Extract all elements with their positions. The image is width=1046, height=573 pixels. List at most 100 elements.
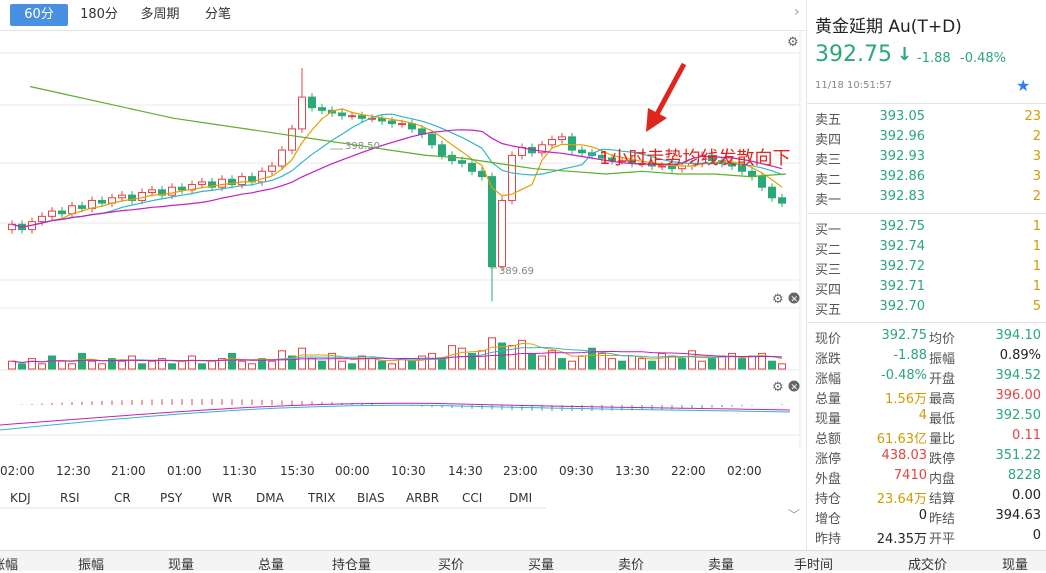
time-tick-label: 02:00 [0,464,35,478]
book-volume: 23 [1024,109,1041,124]
candle-body [288,128,296,151]
stat-label: 最低 [929,412,956,427]
column-header[interactable]: 总量 [258,554,284,573]
volume-bar [608,358,616,370]
tab-tick[interactable]: 分笔 [196,4,240,26]
tab-60min[interactable]: 60分 [10,4,68,26]
star-icon[interactable]: ★ [1016,76,1030,95]
indicator-tab-dma[interactable]: DMA [256,491,284,505]
indicator-tab-dmi[interactable]: DMI [509,491,532,505]
time-tick-label: 11:30 [222,464,257,478]
candle-body [568,136,576,151]
pane2-controls: ⚙ ✕ [772,292,800,307]
kline-chart[interactable]: 398.50 389.69 ⚙ ⚙ ✕ ⚙ ✕ 02:00 12:30 21:00 0… [0,30,806,510]
volume-ma-lines [11,342,783,364]
column-header[interactable]: 买价 [438,554,464,573]
column-header[interactable]: 买量 [528,554,554,573]
candle-body [348,115,356,118]
candle-body [278,149,286,167]
volume-bar [628,355,636,370]
book-price[interactable]: 392.70 [867,299,926,314]
time-tick-label: 09:30 [559,464,594,478]
book-price[interactable]: 392.96 [867,129,926,144]
candle-body [48,210,56,217]
stat-value: 61.63亿 [876,432,927,447]
stat-label: 总额 [815,432,842,447]
column-header[interactable]: 振幅 [78,554,104,573]
volume-bar [368,358,376,370]
book-price[interactable]: 392.86 [867,169,926,184]
stat-label: 振幅 [929,352,956,367]
chevron-right-icon[interactable]: › [794,4,800,20]
column-header[interactable]: 涨幅 [0,554,18,573]
volume-bar [768,360,776,370]
volume-bar [528,352,536,370]
book-price[interactable]: 392.83 [867,189,926,204]
grid-lines [0,30,801,450]
stat-label: 持仓 [815,492,842,507]
volume-bar [318,360,326,370]
book-price[interactable]: 392.93 [867,149,926,164]
candle-body [258,170,266,183]
time-axis: 02:00 12:30 21:00 01:00 11:30 15:30 00:00 10:30… [0,464,762,478]
indicator-tab-cr[interactable]: CR [114,491,131,505]
time-tick-label: 00:00 [335,464,370,478]
volume-bar [308,358,316,370]
volume-bar [738,358,746,370]
stat-label: 内盘 [929,472,956,487]
book-volume: 1 [1032,239,1041,254]
volume-bar [248,363,256,370]
candle-body [308,96,316,109]
volume-bar [28,358,36,370]
indicator-tab-rsi[interactable]: RSI [60,491,80,505]
book-price[interactable]: 392.71 [867,279,926,294]
book-label: 买五 [815,303,842,318]
candle-body [138,192,146,201]
column-header[interactable]: 现量 [1002,554,1028,573]
volume-bar [228,352,236,370]
indicator-tab-wr[interactable]: WR [212,491,232,505]
candle-body [268,165,276,172]
stat-value: 0 [918,508,927,523]
volume-bar [138,363,146,370]
indicator-tab-bias[interactable]: BIAS [357,491,385,505]
column-header[interactable]: 手时间 [794,554,833,573]
book-label: 买三 [815,263,842,278]
column-header[interactable]: 成交价 [908,554,947,573]
tab-180min[interactable]: 180分 [74,4,124,26]
column-header[interactable]: 卖价 [618,554,644,573]
volume-bar [198,363,206,370]
volume-bar [208,360,216,370]
tab-multi-period[interactable]: 多周期 [132,4,188,26]
book-price[interactable]: 392.75 [867,219,926,234]
indicator-tab-trix[interactable]: TRIX [308,491,335,505]
column-header[interactable]: 现量 [168,554,194,573]
price-change-pct: -0.48% [960,51,1006,66]
indicator-tab-arbr[interactable]: ARBR [406,491,439,505]
stat-value: 4 [918,408,927,423]
column-header[interactable]: 持仓量 [332,554,371,573]
volume-bar [618,360,626,370]
volume-bar [698,360,706,370]
column-header[interactable]: 卖量 [708,554,734,573]
book-volume: 5 [1032,299,1041,314]
volume-bar [668,355,676,370]
quote-time: 11/18 10:51:57 [815,80,892,91]
chevron-down-icon[interactable]: ﹀ [788,506,800,523]
book-price[interactable]: 392.74 [867,239,926,254]
indicator-tab-kdj[interactable]: KDJ [10,491,31,505]
volume-bar [268,360,276,370]
indicator-tab-cci[interactable]: CCI [462,491,482,505]
time-tick-label: 02:00 [727,464,762,478]
stat-value: 24.35万 [876,532,927,547]
stat-label: 现量 [815,412,842,427]
stat-value: 0.89% [999,348,1041,363]
stat-label: 量比 [929,432,956,447]
volume-bar [378,360,386,370]
book-price[interactable]: 392.72 [867,259,926,274]
indicator-tab-psy[interactable]: PSY [160,491,182,505]
stat-value: -1.88 [893,348,927,363]
book-price[interactable]: 393.05 [867,109,926,124]
stat-value: 351.22 [995,448,1042,463]
book-volume: 1 [1032,259,1041,274]
